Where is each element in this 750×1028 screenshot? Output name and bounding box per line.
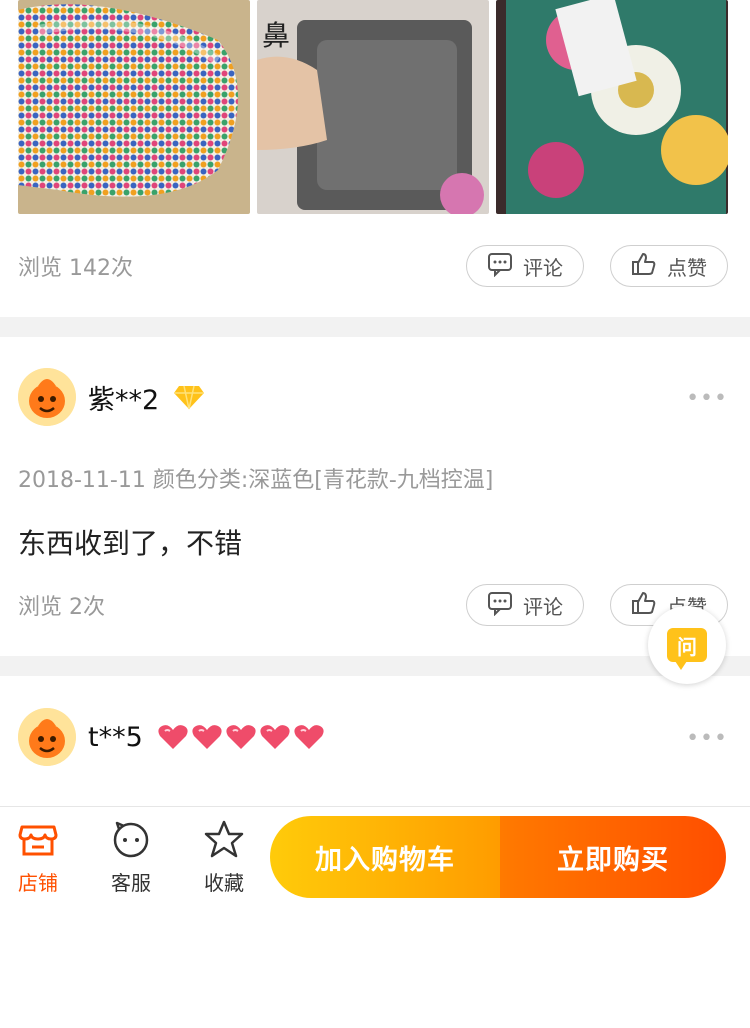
review-photos: 鼻 xyxy=(18,0,728,214)
review-meta: 2018-11-11 颜色分类:深蓝色[青花款-九档控温] xyxy=(18,468,494,493)
like-button[interactable]: 点赞 xyxy=(610,245,728,287)
store-tab[interactable]: 店铺 xyxy=(3,819,73,896)
avatar[interactable] xyxy=(18,708,76,766)
avatar[interactable] xyxy=(18,368,76,426)
chat-icon xyxy=(96,819,166,859)
section-divider xyxy=(0,317,750,337)
hearts-icon xyxy=(157,723,325,751)
comment-icon xyxy=(487,251,513,282)
comment-icon xyxy=(487,590,513,621)
view-count: 浏览 2次 xyxy=(18,595,105,620)
comment-label: 评论 xyxy=(523,594,563,619)
diamond-icon xyxy=(173,384,205,410)
view-count: 浏览 142次 xyxy=(18,256,133,281)
thumbs-up-icon xyxy=(631,251,657,282)
username[interactable]: t**5 xyxy=(88,722,143,753)
add-to-cart-button[interactable]: 加入购物车 xyxy=(270,816,500,898)
store-label: 店铺 xyxy=(18,871,58,895)
review3-header: t**5 ••• xyxy=(18,708,728,766)
section-divider xyxy=(0,656,750,676)
svg-text:鼻: 鼻 xyxy=(262,19,290,52)
comment-button[interactable]: 评论 xyxy=(466,245,584,287)
customer-service-tab[interactable]: 客服 xyxy=(96,819,166,896)
review1-meta-row: 浏览 142次 评论 点赞 xyxy=(18,245,728,287)
ask-icon: 问 xyxy=(667,628,707,670)
favorite-label: 收藏 xyxy=(204,871,244,895)
more-options-icon[interactable]: ••• xyxy=(686,386,728,411)
more-options-icon[interactable]: ••• xyxy=(686,726,728,751)
ask-question-button[interactable]: 问 xyxy=(648,606,726,684)
thumbs-up-icon xyxy=(631,590,657,621)
review-photo-2[interactable]: 鼻 xyxy=(257,0,489,214)
store-icon xyxy=(3,819,73,859)
username[interactable]: 紫**2 xyxy=(88,378,159,417)
customer-service-label: 客服 xyxy=(111,871,151,895)
review2-header: 紫**2 ••• xyxy=(18,368,728,426)
like-label: 点赞 xyxy=(667,255,707,280)
comment-label: 评论 xyxy=(523,255,563,280)
review-text: 东西收到了，不错 xyxy=(18,527,243,560)
review-photo-3[interactable] xyxy=(496,0,728,214)
comment-button[interactable]: 评论 xyxy=(466,584,584,626)
favorite-tab[interactable]: 收藏 xyxy=(189,819,259,896)
buy-now-button[interactable]: 立即购买 xyxy=(500,816,726,898)
review-photo-1[interactable] xyxy=(18,0,250,214)
review2-meta-row: 浏览 2次 评论 点赞 xyxy=(18,584,728,626)
star-icon xyxy=(189,819,259,859)
